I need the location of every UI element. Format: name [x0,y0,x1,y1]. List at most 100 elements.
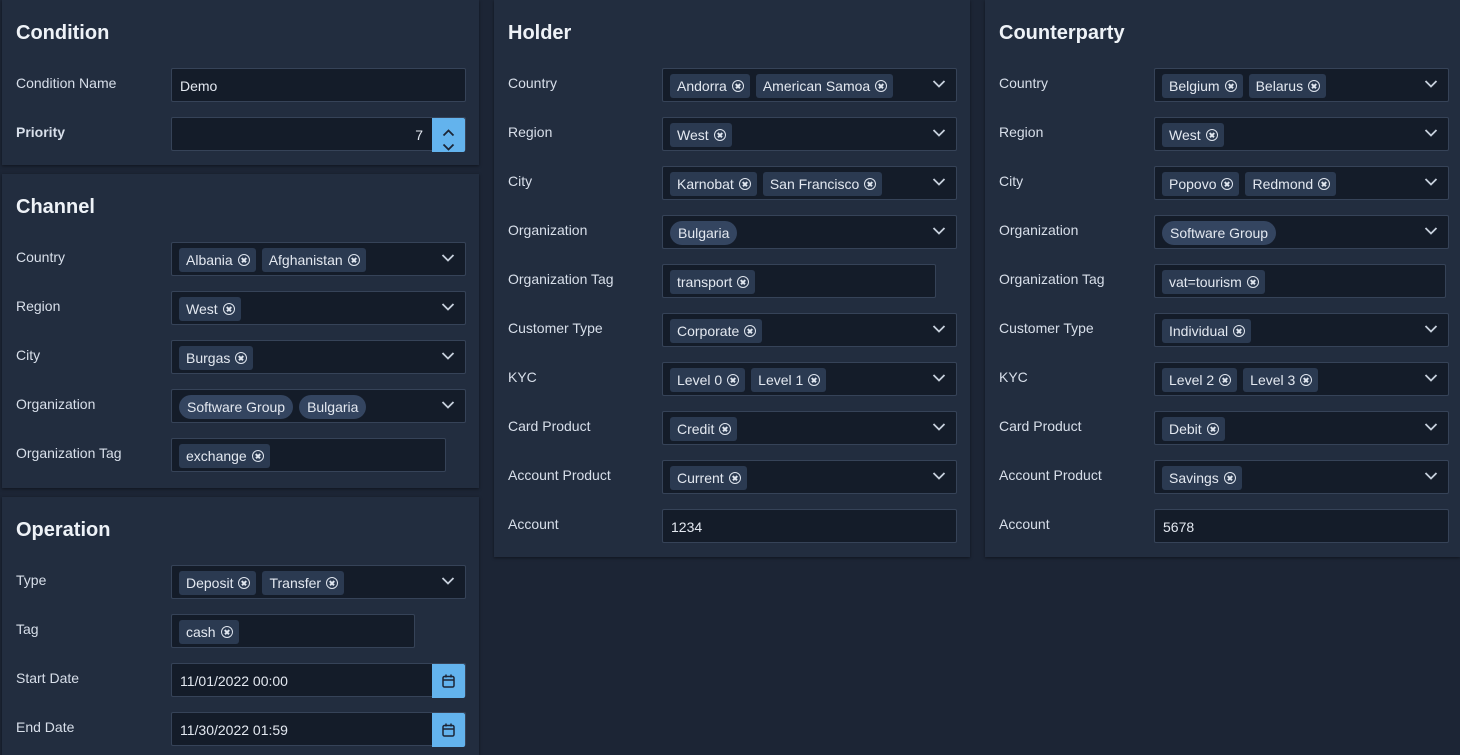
channel-organization-select[interactable]: Software Group Bulgaria [171,389,466,423]
chevron-down-icon[interactable] [932,177,946,187]
remove-chip-icon[interactable] [731,80,744,92]
chevron-down-icon[interactable] [1424,177,1438,187]
counterparty-account-product-select[interactable]: Savings [1154,460,1449,494]
chip-label: Redmond [1252,176,1314,192]
calendar-button[interactable] [432,713,465,747]
remove-chip-icon[interactable] [875,80,888,92]
chevron-down-icon[interactable] [441,302,455,312]
remove-chip-icon[interactable] [728,472,741,484]
remove-chip-icon[interactable] [237,254,250,266]
holder-city-select[interactable]: Karnobat San Francisco [662,166,957,200]
remove-chip-icon[interactable] [235,352,248,364]
chip: Level 2 [1162,368,1238,392]
counterparty-kyc-select[interactable]: Level 2 Level 3 [1154,362,1449,396]
chevron-down-icon[interactable] [441,576,455,586]
remove-chip-icon[interactable] [222,303,235,315]
holder-organization-tag-tag-input[interactable]: transport [662,264,936,298]
remove-chip-icon[interactable] [727,374,740,386]
calendar-icon [442,723,455,737]
operation-type-row: Type Deposit Transfer [2,565,479,601]
calendar-button[interactable] [432,664,465,698]
selected-pill: Software Group [179,395,294,419]
chip-label: Level 2 [1169,372,1215,388]
holder-row-city: City Karnobat San Francisco [494,166,970,202]
chevron-down-icon[interactable] [1424,471,1438,481]
remove-chip-icon[interactable] [1223,472,1236,484]
chevron-down-icon[interactable] [442,138,455,151]
remove-chip-icon[interactable] [1318,178,1331,190]
chevron-up-icon[interactable] [442,124,455,137]
chevron-down-icon[interactable] [1424,422,1438,432]
holder-country-select[interactable]: Andorra American Samoa [662,68,957,102]
remove-chip-icon[interactable] [864,178,877,190]
remove-chip-icon[interactable] [1308,80,1321,92]
chevron-down-icon[interactable] [932,471,946,481]
chevron-down-icon[interactable] [1424,373,1438,383]
chip-label: Software Group [1170,225,1269,241]
holder-customer-type-select[interactable]: Corporate [662,313,957,347]
chevron-down-icon[interactable] [932,226,946,236]
counterparty-city-select[interactable]: Popovo Redmond [1154,166,1449,200]
remove-chip-icon[interactable] [1233,325,1246,337]
chevron-down-icon[interactable] [1424,79,1438,89]
priority-input[interactable]: 7 [171,117,466,152]
chevron-down-icon[interactable] [1424,324,1438,334]
condition-name-input[interactable]: Demo [171,68,466,102]
counterparty-organization-tag-tag-input[interactable]: vat=tourism [1154,264,1446,298]
selected-pill: Bulgaria [670,221,738,245]
remove-chip-icon[interactable] [220,626,233,638]
operation-tag-input[interactable]: cash [171,614,415,648]
counterparty-row-customer-type: Customer Type Individual [985,313,1460,349]
remove-chip-icon[interactable] [738,178,751,190]
remove-chip-icon[interactable] [251,450,264,462]
holder-kyc-select[interactable]: Level 0 Level 1 [662,362,957,396]
remove-chip-icon[interactable] [1221,178,1234,190]
chevron-down-icon[interactable] [1424,128,1438,138]
holder-organization-select[interactable]: Bulgaria [662,215,957,249]
counterparty-country-select[interactable]: Belgium Belarus [1154,68,1449,102]
remove-chip-icon[interactable] [713,129,726,141]
start-date-input[interactable]: 11/01/2022 00:00 [171,663,466,698]
remove-chip-icon[interactable] [347,254,360,266]
counterparty-customer-type-select[interactable]: Individual [1154,313,1449,347]
remove-chip-icon[interactable] [1219,374,1232,386]
chevron-down-icon[interactable] [932,422,946,432]
counterparty-account-input[interactable]: 5678 [1154,509,1449,543]
remove-chip-icon[interactable] [238,577,251,589]
chevron-down-icon[interactable] [932,324,946,334]
chevron-down-icon[interactable] [932,79,946,89]
remove-chip-icon[interactable] [1206,423,1219,435]
holder-region-select[interactable]: West [662,117,957,151]
remove-chip-icon[interactable] [1224,80,1237,92]
counterparty-region-select[interactable]: West [1154,117,1449,151]
holder-account-product-select[interactable]: Current [662,460,957,494]
channel-country-select[interactable]: Albania Afghanistan [171,242,466,276]
channel-city-select[interactable]: Burgas [171,340,466,374]
counterparty-organization-select[interactable]: Software Group [1154,215,1449,249]
priority-spinner [432,118,465,152]
counterparty-country-label: Country [999,75,1049,91]
holder-card-product-select[interactable]: Credit [662,411,957,445]
remove-chip-icon[interactable] [744,325,757,337]
remove-chip-icon[interactable] [808,374,821,386]
counterparty-card-product-select[interactable]: Debit [1154,411,1449,445]
channel-region-select[interactable]: West [171,291,466,325]
counterparty-account-label: Account [999,516,1050,532]
operation-type-select[interactable]: Deposit Transfer [171,565,466,599]
end-date-input[interactable]: 11/30/2022 01:59 [171,712,466,747]
chevron-down-icon[interactable] [441,351,455,361]
remove-chip-icon[interactable] [719,423,732,435]
chevron-down-icon[interactable] [932,373,946,383]
remove-chip-icon[interactable] [1300,374,1313,386]
counterparty-customer-type-label: Customer Type [999,320,1094,336]
holder-account-input[interactable]: 1234 [662,509,957,543]
chevron-down-icon[interactable] [441,400,455,410]
remove-chip-icon[interactable] [326,577,339,589]
channel-organization-tag-tag-input[interactable]: exchange [171,438,446,472]
chevron-down-icon[interactable] [441,253,455,263]
chevron-down-icon[interactable] [1424,226,1438,236]
remove-chip-icon[interactable] [1246,276,1259,288]
remove-chip-icon[interactable] [1205,129,1218,141]
chevron-down-icon[interactable] [932,128,946,138]
remove-chip-icon[interactable] [737,276,750,288]
